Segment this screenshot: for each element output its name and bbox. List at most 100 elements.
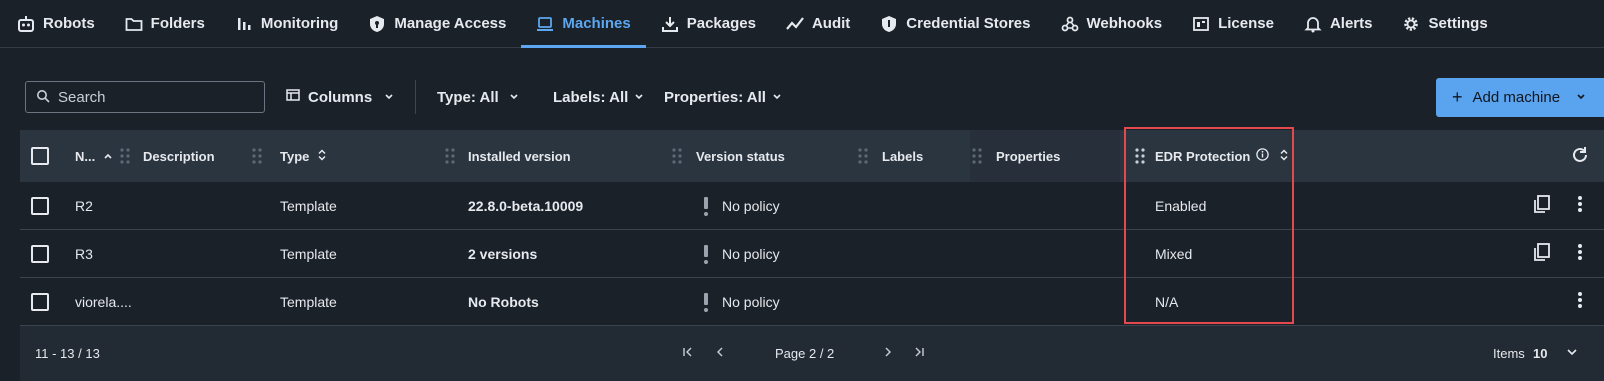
table-row[interactable]: R3 Template 2 versions No policy Mixed xyxy=(20,230,1604,278)
header-properties[interactable]: Properties xyxy=(996,130,1060,182)
search-box[interactable] xyxy=(25,81,265,113)
nav-label: Monitoring xyxy=(260,15,339,32)
add-machine-button[interactable]: + Add machine xyxy=(1436,78,1604,117)
last-page-icon xyxy=(913,346,925,361)
cell-name[interactable]: viorela.... xyxy=(75,278,132,325)
drag-handle-icon[interactable] xyxy=(858,148,868,164)
nav-tab-webhooks[interactable]: Webhooks xyxy=(1046,0,1178,47)
items-per-page-value[interactable]: 10 xyxy=(1533,326,1547,381)
cell-version-status: No policy xyxy=(704,278,780,325)
chevron-down-icon xyxy=(1576,89,1586,106)
version-status-text: No policy xyxy=(722,245,780,262)
row-checkbox[interactable] xyxy=(31,244,49,263)
header-version-status-label: Version status xyxy=(696,148,785,164)
header-type[interactable]: Type xyxy=(280,130,327,182)
more-vertical-icon xyxy=(1570,194,1590,217)
more-options-button[interactable] xyxy=(1570,182,1590,229)
columns-button[interactable]: Columns xyxy=(286,81,394,113)
select-all-checkbox-cell xyxy=(31,130,49,182)
header-installed-version-label: Installed version xyxy=(468,148,571,164)
columns-label: Columns xyxy=(308,88,373,106)
table-header: N... Description Type Installed version xyxy=(20,130,1604,182)
table-row[interactable]: viorela.... Template No Robots No policy… xyxy=(20,278,1604,326)
select-all-checkbox[interactable] xyxy=(31,147,49,165)
first-page-button[interactable] xyxy=(682,326,694,381)
first-page-icon xyxy=(682,346,694,361)
header-installed-version[interactable]: Installed version xyxy=(468,130,571,182)
copy-icon xyxy=(1532,194,1552,217)
items-label: Items xyxy=(1493,346,1525,361)
robot-icon xyxy=(17,15,35,33)
cell-version-status: No policy xyxy=(704,230,780,277)
more-options-button[interactable] xyxy=(1570,278,1590,325)
cell-name[interactable]: R3 xyxy=(75,230,93,277)
shield-icon xyxy=(880,15,898,33)
drag-handle-icon[interactable] xyxy=(672,148,682,164)
header-name[interactable]: N... xyxy=(75,130,113,182)
drag-handle-icon[interactable] xyxy=(252,148,262,164)
drag-handle-icon[interactable] xyxy=(972,148,982,164)
labels-filter[interactable]: Labels: All xyxy=(553,81,644,113)
header-labels[interactable]: Labels xyxy=(882,130,923,182)
header-type-label: Type xyxy=(280,148,310,164)
nav-label: Packages xyxy=(686,15,756,32)
more-options-button[interactable] xyxy=(1570,230,1590,277)
properties-filter[interactable]: Properties: All xyxy=(664,81,782,113)
header-description[interactable]: Description xyxy=(143,130,215,182)
nav-tab-manage-access[interactable]: Manage Access xyxy=(353,0,521,47)
properties-filter-label: Properties: All xyxy=(664,88,766,106)
cell-name[interactable]: R2 xyxy=(75,182,93,229)
copy-icon xyxy=(1532,242,1552,265)
drag-handle-icon[interactable] xyxy=(445,148,455,164)
row-checkbox[interactable] xyxy=(31,292,49,311)
search-input[interactable] xyxy=(58,88,248,106)
exclamation-icon xyxy=(704,244,708,264)
nav-tab-robots[interactable]: Robots xyxy=(0,0,110,47)
type-filter-label: Type: All xyxy=(437,88,499,106)
bar-chart-icon xyxy=(235,15,253,33)
cell-installed-version: 22.8.0-beta.10009 xyxy=(468,197,584,214)
nav-tab-settings[interactable]: Settings xyxy=(1387,0,1502,47)
nav-tab-credential-stores[interactable]: Credential Stores xyxy=(865,0,1045,47)
exclamation-icon xyxy=(704,292,708,312)
nav-tab-packages[interactable]: Packages xyxy=(646,0,771,47)
header-name-label: N... xyxy=(75,148,96,164)
last-page-button[interactable] xyxy=(913,326,925,381)
table-row[interactable]: R2 Template 22.8.0-beta.10009 No policy … xyxy=(20,182,1604,230)
nav-tab-license[interactable]: License xyxy=(1177,0,1289,47)
top-navigation: Robots Folders Monitoring Manage Access … xyxy=(0,0,1604,48)
nav-label: Folders xyxy=(150,15,205,32)
trend-line-icon xyxy=(786,15,804,33)
nav-label: Manage Access xyxy=(394,15,507,32)
chevron-down-icon xyxy=(1566,346,1578,361)
nav-label: Settings xyxy=(1428,15,1488,32)
nav-tab-machines[interactable]: Machines xyxy=(521,0,647,48)
more-vertical-icon xyxy=(1570,290,1590,313)
machines-table: N... Description Type Installed version xyxy=(20,130,1604,326)
drag-handle-icon[interactable] xyxy=(120,148,130,164)
refresh-icon xyxy=(1570,145,1590,168)
nav-tab-monitoring[interactable]: Monitoring xyxy=(220,0,353,47)
header-properties-label: Properties xyxy=(996,148,1061,164)
cell-version-status: No policy xyxy=(704,182,780,229)
row-checkbox[interactable] xyxy=(31,196,49,215)
nav-tab-alerts[interactable]: Alerts xyxy=(1289,0,1388,47)
next-page-button[interactable] xyxy=(882,326,894,381)
nav-label: Credential Stores xyxy=(906,15,1031,32)
header-version-status[interactable]: Version status xyxy=(696,130,785,182)
items-per-page-dropdown[interactable] xyxy=(1566,326,1578,381)
nav-tab-folders[interactable]: Folders xyxy=(110,0,220,47)
plus-icon: + xyxy=(1452,87,1463,107)
copy-button[interactable] xyxy=(1532,182,1552,229)
nav-tab-audit[interactable]: Audit xyxy=(771,0,865,47)
folder-icon xyxy=(125,15,143,33)
sort-icon xyxy=(317,148,327,164)
previous-page-button[interactable] xyxy=(714,326,726,381)
copy-button[interactable] xyxy=(1532,230,1552,277)
edr-column-highlight xyxy=(1124,127,1294,324)
range-text: 11 - 13 / 13 xyxy=(35,346,100,361)
type-filter[interactable]: Type: All xyxy=(437,81,519,113)
chevron-down-icon xyxy=(772,89,782,106)
header-labels-label: Labels xyxy=(882,148,924,164)
refresh-button[interactable] xyxy=(1570,130,1590,182)
